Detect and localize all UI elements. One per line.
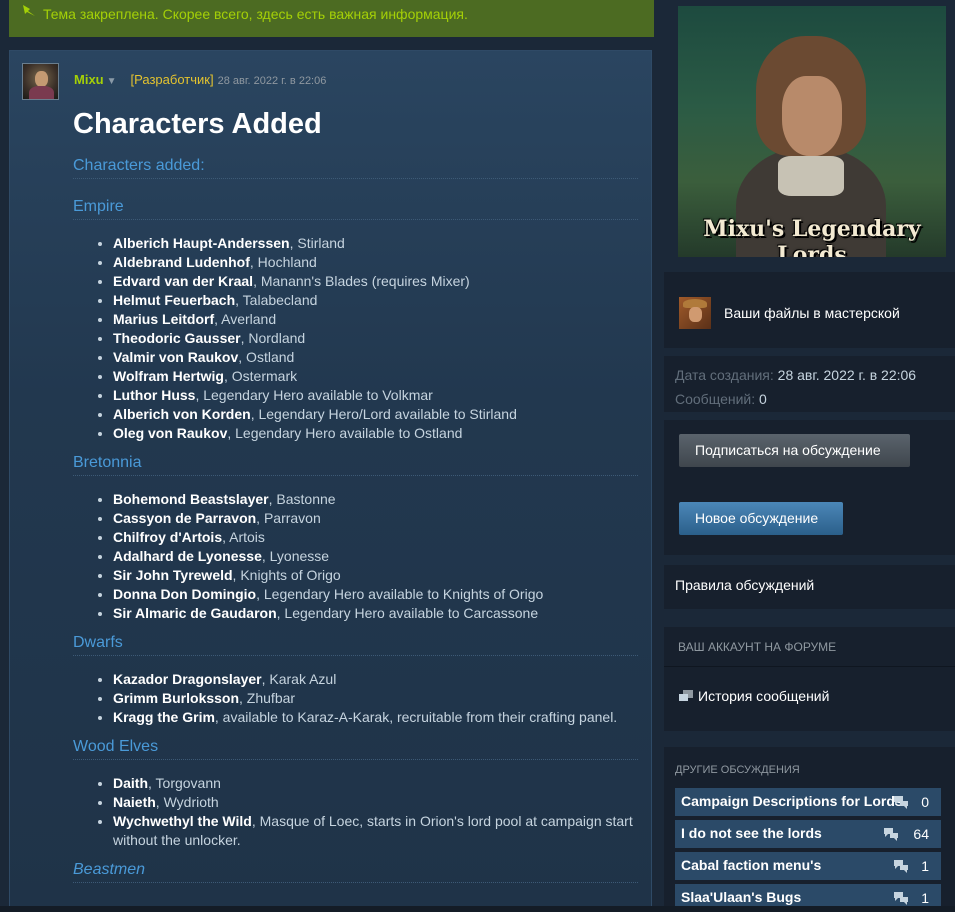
post-author-line: Mixu ▼ [Разработчик] 28 авг. 2022 г. в 22:0… bbox=[74, 72, 326, 87]
list-item: Donna Don Domingio, Legendary Hero avail… bbox=[113, 585, 638, 604]
other-discussions-heading: ДРУГИЕ ОБСУЖДЕНИЯ bbox=[675, 764, 800, 776]
discussion-item[interactable]: I do not see the lords 64 bbox=[675, 820, 941, 848]
discussion-item[interactable]: Campaign Descriptions for Lords 0 bbox=[675, 788, 941, 816]
history-icon bbox=[679, 690, 693, 701]
pinned-notice-text: Тема закреплена. Скорее всего, здесь ест… bbox=[43, 6, 468, 22]
discussion-count: 64 bbox=[913, 826, 929, 842]
author-name[interactable]: Mixu bbox=[74, 72, 104, 87]
list-item: Sir John Tyreweld, Knights of Origo bbox=[113, 566, 638, 585]
list-item: Cassyon de Parravon, Parravon bbox=[113, 509, 638, 528]
comments-icon bbox=[894, 860, 908, 873]
section-heading: Bretonnia bbox=[73, 453, 638, 476]
developer-badge: [Разработчик] bbox=[130, 72, 214, 87]
list-item: Chilfroy d'Artois, Artois bbox=[113, 528, 638, 547]
intro-heading: Characters added: bbox=[73, 156, 638, 179]
comments-icon bbox=[884, 828, 898, 841]
workshop-link-label[interactable]: Ваши файлы в мастерской bbox=[724, 305, 900, 321]
horizontal-scrollbar[interactable] bbox=[0, 906, 955, 912]
list-item: Luthor Huss, Legendary Hero available to… bbox=[113, 386, 638, 405]
character-list: Kazador Dragonslayer, Karak Azul Grimm B… bbox=[73, 670, 638, 727]
list-item: Naieth, Wydrioth bbox=[113, 793, 638, 812]
discussion-title[interactable]: Slaa'Ulaan's Bugs bbox=[681, 889, 801, 905]
list-item: Aldebrand Ludenhof, Hochland bbox=[113, 253, 638, 272]
banner-title: Mixu's Legendary Lords bbox=[703, 216, 921, 257]
list-item: Alberich Haupt-Anderssen, Stirland bbox=[113, 234, 638, 253]
discussion-count: 0 bbox=[921, 794, 929, 810]
messages-count: Сообщений: 0 bbox=[675, 391, 767, 407]
list-item: Helmut Feuerbach, Talabecland bbox=[113, 291, 638, 310]
section-heading: Beastmen bbox=[73, 860, 638, 883]
section-heading: Dwarfs bbox=[73, 633, 638, 656]
post-date: 28 авг. 2022 г. в 22:06 bbox=[217, 75, 327, 87]
list-item: Wolfram Hertwig, Ostermark bbox=[113, 367, 638, 386]
character-list: Bohemond Beastslayer, Bastonne Cassyon d… bbox=[73, 490, 638, 623]
list-item: Marius Leitdorf, Averland bbox=[113, 310, 638, 329]
list-item: Edvard van der Kraal, Manann's Blades (r… bbox=[113, 272, 638, 291]
rules-link[interactable]: Правила обсуждений bbox=[675, 577, 814, 593]
discussion-item[interactable]: Cabal faction menu's 1 bbox=[675, 852, 941, 880]
pin-icon bbox=[23, 5, 35, 16]
post-content: Characters added: Empire Alberich Haupt-… bbox=[73, 156, 638, 883]
topic-info: Дата создания: 28 авг. 2022 г. в 22:06 С… bbox=[664, 356, 955, 412]
list-item: Wychwethyl the Wild, Masque of Loec, sta… bbox=[113, 812, 638, 850]
list-item: Oleg von Raukov, Legendary Hero availabl… bbox=[113, 424, 638, 443]
list-item: Daith, Torgovann bbox=[113, 774, 638, 793]
discussion-title[interactable]: I do not see the lords bbox=[681, 825, 822, 841]
list-item: Bohemond Beastslayer, Bastonne bbox=[113, 490, 638, 509]
list-item: Adalhard de Lyonesse, Lyonesse bbox=[113, 547, 638, 566]
character-list: Daith, Torgovann Naieth, Wydrioth Wychwe… bbox=[73, 774, 638, 850]
list-item: Kragg the Grim, available to Karaz-A-Kar… bbox=[113, 708, 638, 727]
list-item: Alberich von Korden, Legendary Hero/Lord… bbox=[113, 405, 638, 424]
workshop-link[interactable]: Ваши файлы в мастерской bbox=[664, 272, 955, 348]
created-date: Дата создания: 28 авг. 2022 г. в 22:06 bbox=[675, 367, 917, 383]
other-discussions-panel: ДРУГИЕ ОБСУЖДЕНИЯ Campaign Descriptions … bbox=[664, 747, 955, 912]
subscribe-button[interactable]: Подписаться на обсуждение bbox=[679, 434, 910, 467]
account-panel: ВАШ АККАУНТ НА ФОРУМЕ История сообщений bbox=[664, 627, 955, 731]
list-item: Sir Almaric de Gaudaron, Legendary Hero … bbox=[113, 604, 638, 623]
list-item: Valmir von Raukov, Ostland bbox=[113, 348, 638, 367]
pinned-notice: Тема закреплена. Скорее всего, здесь ест… bbox=[9, 0, 654, 37]
list-item: Grimm Burloksson, Zhufbar bbox=[113, 689, 638, 708]
section-heading: Wood Elves bbox=[73, 737, 638, 760]
mod-banner-image: Mixu's Legendary Lords bbox=[678, 6, 946, 257]
chevron-down-icon[interactable]: ▼ bbox=[107, 76, 117, 87]
list-item: Kazador Dragonslayer, Karak Azul bbox=[113, 670, 638, 689]
comments-icon bbox=[894, 892, 908, 905]
discussion-count: 1 bbox=[921, 858, 929, 874]
message-history-link[interactable]: История сообщений bbox=[698, 688, 829, 704]
rules-panel: Правила обсуждений bbox=[664, 565, 955, 609]
character-list: Alberich Haupt-Anderssen, Stirland Aldeb… bbox=[73, 234, 638, 443]
comments-icon bbox=[894, 796, 908, 809]
list-item: Theodoric Gausser, Nordland bbox=[113, 329, 638, 348]
workshop-avatar-icon bbox=[679, 297, 711, 329]
section-heading: Empire bbox=[73, 197, 638, 220]
discussion-title[interactable]: Cabal faction menu's bbox=[681, 857, 821, 873]
forum-post: Mixu ▼ [Разработчик] 28 авг. 2022 г. в 22:0… bbox=[9, 50, 652, 912]
avatar[interactable] bbox=[22, 63, 59, 100]
account-heading: ВАШ АККАУНТ НА ФОРУМЕ bbox=[678, 640, 837, 654]
discussion-count: 1 bbox=[921, 890, 929, 906]
post-title: Characters Added bbox=[73, 108, 322, 140]
discussion-title[interactable]: Campaign Descriptions for Lords bbox=[681, 793, 903, 809]
new-discussion-button[interactable]: Новое обсуждение bbox=[679, 502, 843, 535]
